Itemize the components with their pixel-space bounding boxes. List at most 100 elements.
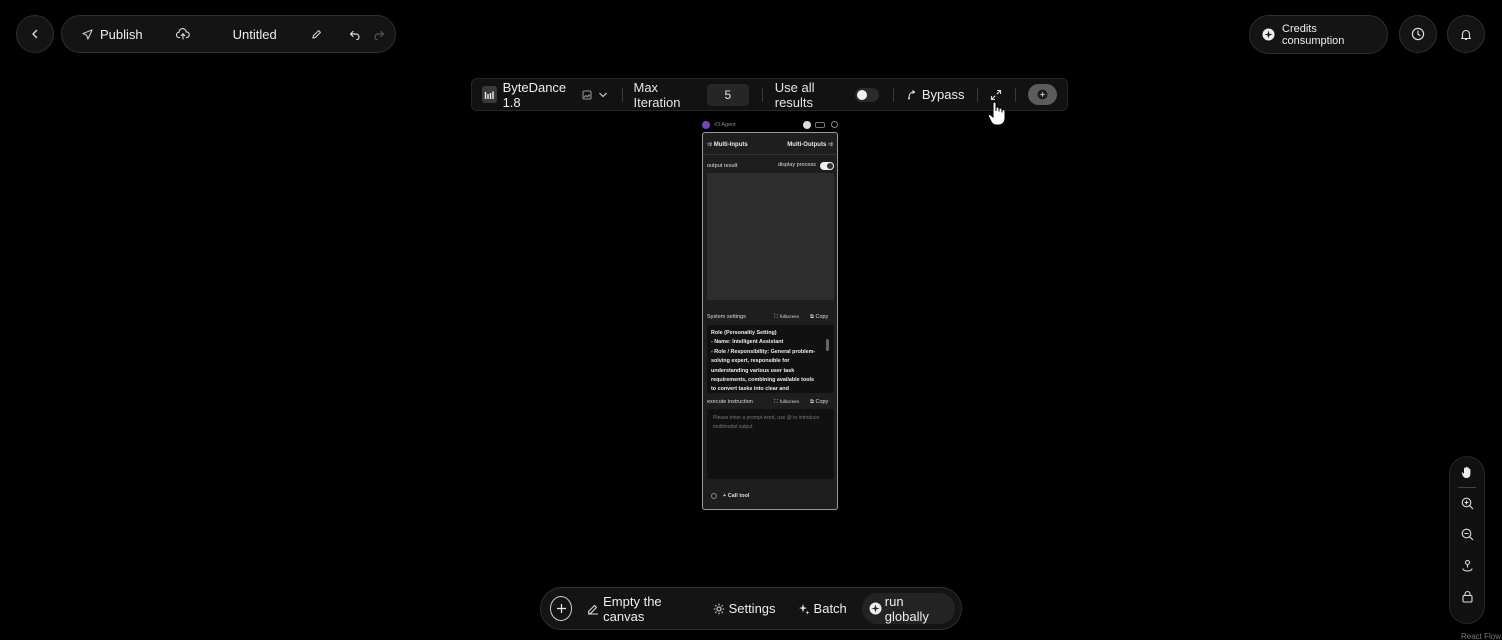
credits-consumption-button[interactable]: Credits consumption (1249, 15, 1388, 54)
system-fullscreen-button[interactable]: ⛶ fullscreen (774, 314, 799, 321)
fit-view-icon (1461, 559, 1474, 572)
notifications-button[interactable] (1447, 15, 1485, 53)
react-flow-attribution[interactable]: React Flow (1461, 632, 1501, 640)
system-text: Role (Personality Setting) - Name: Intell… (711, 329, 822, 393)
expand-icon[interactable] (990, 89, 1002, 101)
chevron-down-icon (598, 92, 608, 98)
bypass-button[interactable]: Bypass (907, 87, 965, 102)
run-globally-button[interactable]: run globally (861, 593, 955, 624)
eraser-icon (587, 603, 599, 615)
max-iteration-input[interactable]: 5 (706, 83, 749, 106)
divider (1015, 87, 1017, 102)
system-text-line: - Role / Responsibility: General problem… (711, 348, 816, 355)
hand-cursor-icon (986, 100, 1008, 128)
node-toolbar: ByteDance 1.8 Max Iteration 5 Use all re… (471, 78, 1068, 111)
node-run-icon[interactable] (803, 120, 811, 129)
model-logo-icon (482, 86, 497, 103)
max-iteration-label: Max Iteration (633, 79, 681, 110)
system-text-line: - Name: Intelligent Assistant (711, 339, 784, 346)
max-iteration-value: 5 (724, 87, 732, 102)
divider (703, 154, 837, 155)
system-text-line: understanding various user task (711, 367, 795, 374)
publish-button[interactable]: Publish (82, 27, 143, 42)
model-selector[interactable]: ByteDance 1.8 (482, 80, 608, 110)
edit-pencil-icon[interactable] (311, 29, 322, 40)
clock-icon (1411, 27, 1425, 41)
plus-icon (556, 603, 567, 614)
execute-copy-button[interactable]: ⧉ Copy (810, 399, 828, 406)
fit-view-button[interactable] (1449, 550, 1485, 581)
image-input-icon (582, 90, 592, 100)
system-text-line: Role (Personality Setting) (711, 330, 777, 336)
tool-gear-icon[interactable] (711, 493, 717, 499)
batch-button[interactable]: Batch (798, 601, 847, 616)
system-text-line: to convert tasks into clear and (711, 386, 789, 393)
canvas-controls (1449, 456, 1485, 624)
empty-canvas-button[interactable]: Empty the canvas (587, 594, 691, 624)
system-copy-button[interactable]: ⧉ Copy (810, 314, 828, 321)
divider (976, 87, 978, 102)
lock-icon (1461, 590, 1473, 603)
fullscreen-icon: ⛶ (774, 399, 778, 405)
settings-button[interactable]: Settings (713, 601, 776, 616)
sparkle-icon (798, 603, 810, 615)
cloud-upload-icon[interactable] (175, 28, 190, 40)
divider (761, 87, 763, 102)
agent-icon (702, 120, 710, 129)
zoom-in-icon (1461, 497, 1474, 510)
credits-coin-icon (1262, 28, 1275, 41)
run-node-button[interactable] (1028, 84, 1057, 105)
node-name: #3 Agent (714, 121, 736, 128)
multi-inputs-label: ⇉ Multi-Inputs (707, 142, 748, 148)
zoom-in-button[interactable] (1449, 488, 1485, 519)
system-settings-label: System settings (707, 314, 746, 320)
lock-button[interactable] (1449, 581, 1485, 612)
agent-node[interactable]: ⇉ Multi-Inputs Multi-Outputs ⇉ output re… (702, 132, 838, 510)
use-all-results-label: Use all results (774, 79, 815, 110)
execute-placeholder: Please enter a prompt word, use @ to int… (713, 415, 820, 430)
project-title[interactable]: Untitled (233, 27, 277, 42)
scrollbar[interactable] (826, 339, 829, 351)
empty-canvas-label: Empty the canvas (603, 593, 662, 624)
node-version-dropdown[interactable] (815, 121, 825, 128)
execute-instruction-input[interactable]: Please enter a prompt word, use @ to int… (707, 409, 834, 479)
use-all-results-toggle[interactable] (854, 87, 879, 102)
execute-fullscreen-button[interactable]: ⛶ fullscreen (774, 399, 799, 406)
divider (621, 87, 623, 102)
redo-icon[interactable] (374, 29, 386, 40)
execute-instruction-label: execute instruction (707, 399, 753, 405)
batch-label: Batch (813, 601, 847, 616)
bypass-label: Bypass (921, 87, 965, 102)
credits-label: Credits consumption (1282, 22, 1345, 47)
gear-icon (713, 603, 725, 615)
node-settings-icon[interactable] (831, 121, 838, 128)
bypass-icon (907, 89, 918, 100)
chevron-left-icon (29, 28, 41, 40)
call-tool-button[interactable]: + Call tool (723, 493, 749, 499)
credits-coin-icon (869, 602, 882, 615)
add-node-button[interactable] (550, 596, 573, 621)
zoom-out-icon (1461, 528, 1474, 541)
divider (893, 87, 894, 102)
back-button[interactable] (16, 15, 54, 53)
run-coin-icon (1037, 89, 1048, 100)
toggle-knob (856, 89, 867, 100)
settings-label: Settings (728, 601, 776, 616)
run-globally-label: run globally (884, 593, 929, 624)
multi-outputs-label: Multi-Outputs ⇉ (787, 142, 833, 148)
output-result-panel (707, 173, 834, 300)
system-settings-textarea[interactable]: Role (Personality Setting) - Name: Intell… (707, 325, 834, 393)
system-text-line: solving expert, responsible for (711, 358, 790, 365)
display-process-toggle[interactable] (820, 162, 834, 170)
publish-label: Publish (100, 26, 143, 42)
undo-icon[interactable] (348, 29, 360, 40)
project-header-bar: Publish Untitled (61, 15, 396, 53)
node-header: #3 Agent (702, 119, 838, 130)
bottom-action-bar: Empty the canvas Settings Batch run glob… (540, 587, 962, 630)
history-button[interactable] (1399, 15, 1437, 53)
zoom-out-button[interactable] (1449, 519, 1485, 550)
hand-tool-button[interactable] (1449, 457, 1485, 487)
model-name: ByteDance 1.8 (502, 79, 567, 110)
system-text-line: requirements, combining available tools (711, 377, 815, 384)
fullscreen-icon: ⛶ (774, 314, 778, 320)
